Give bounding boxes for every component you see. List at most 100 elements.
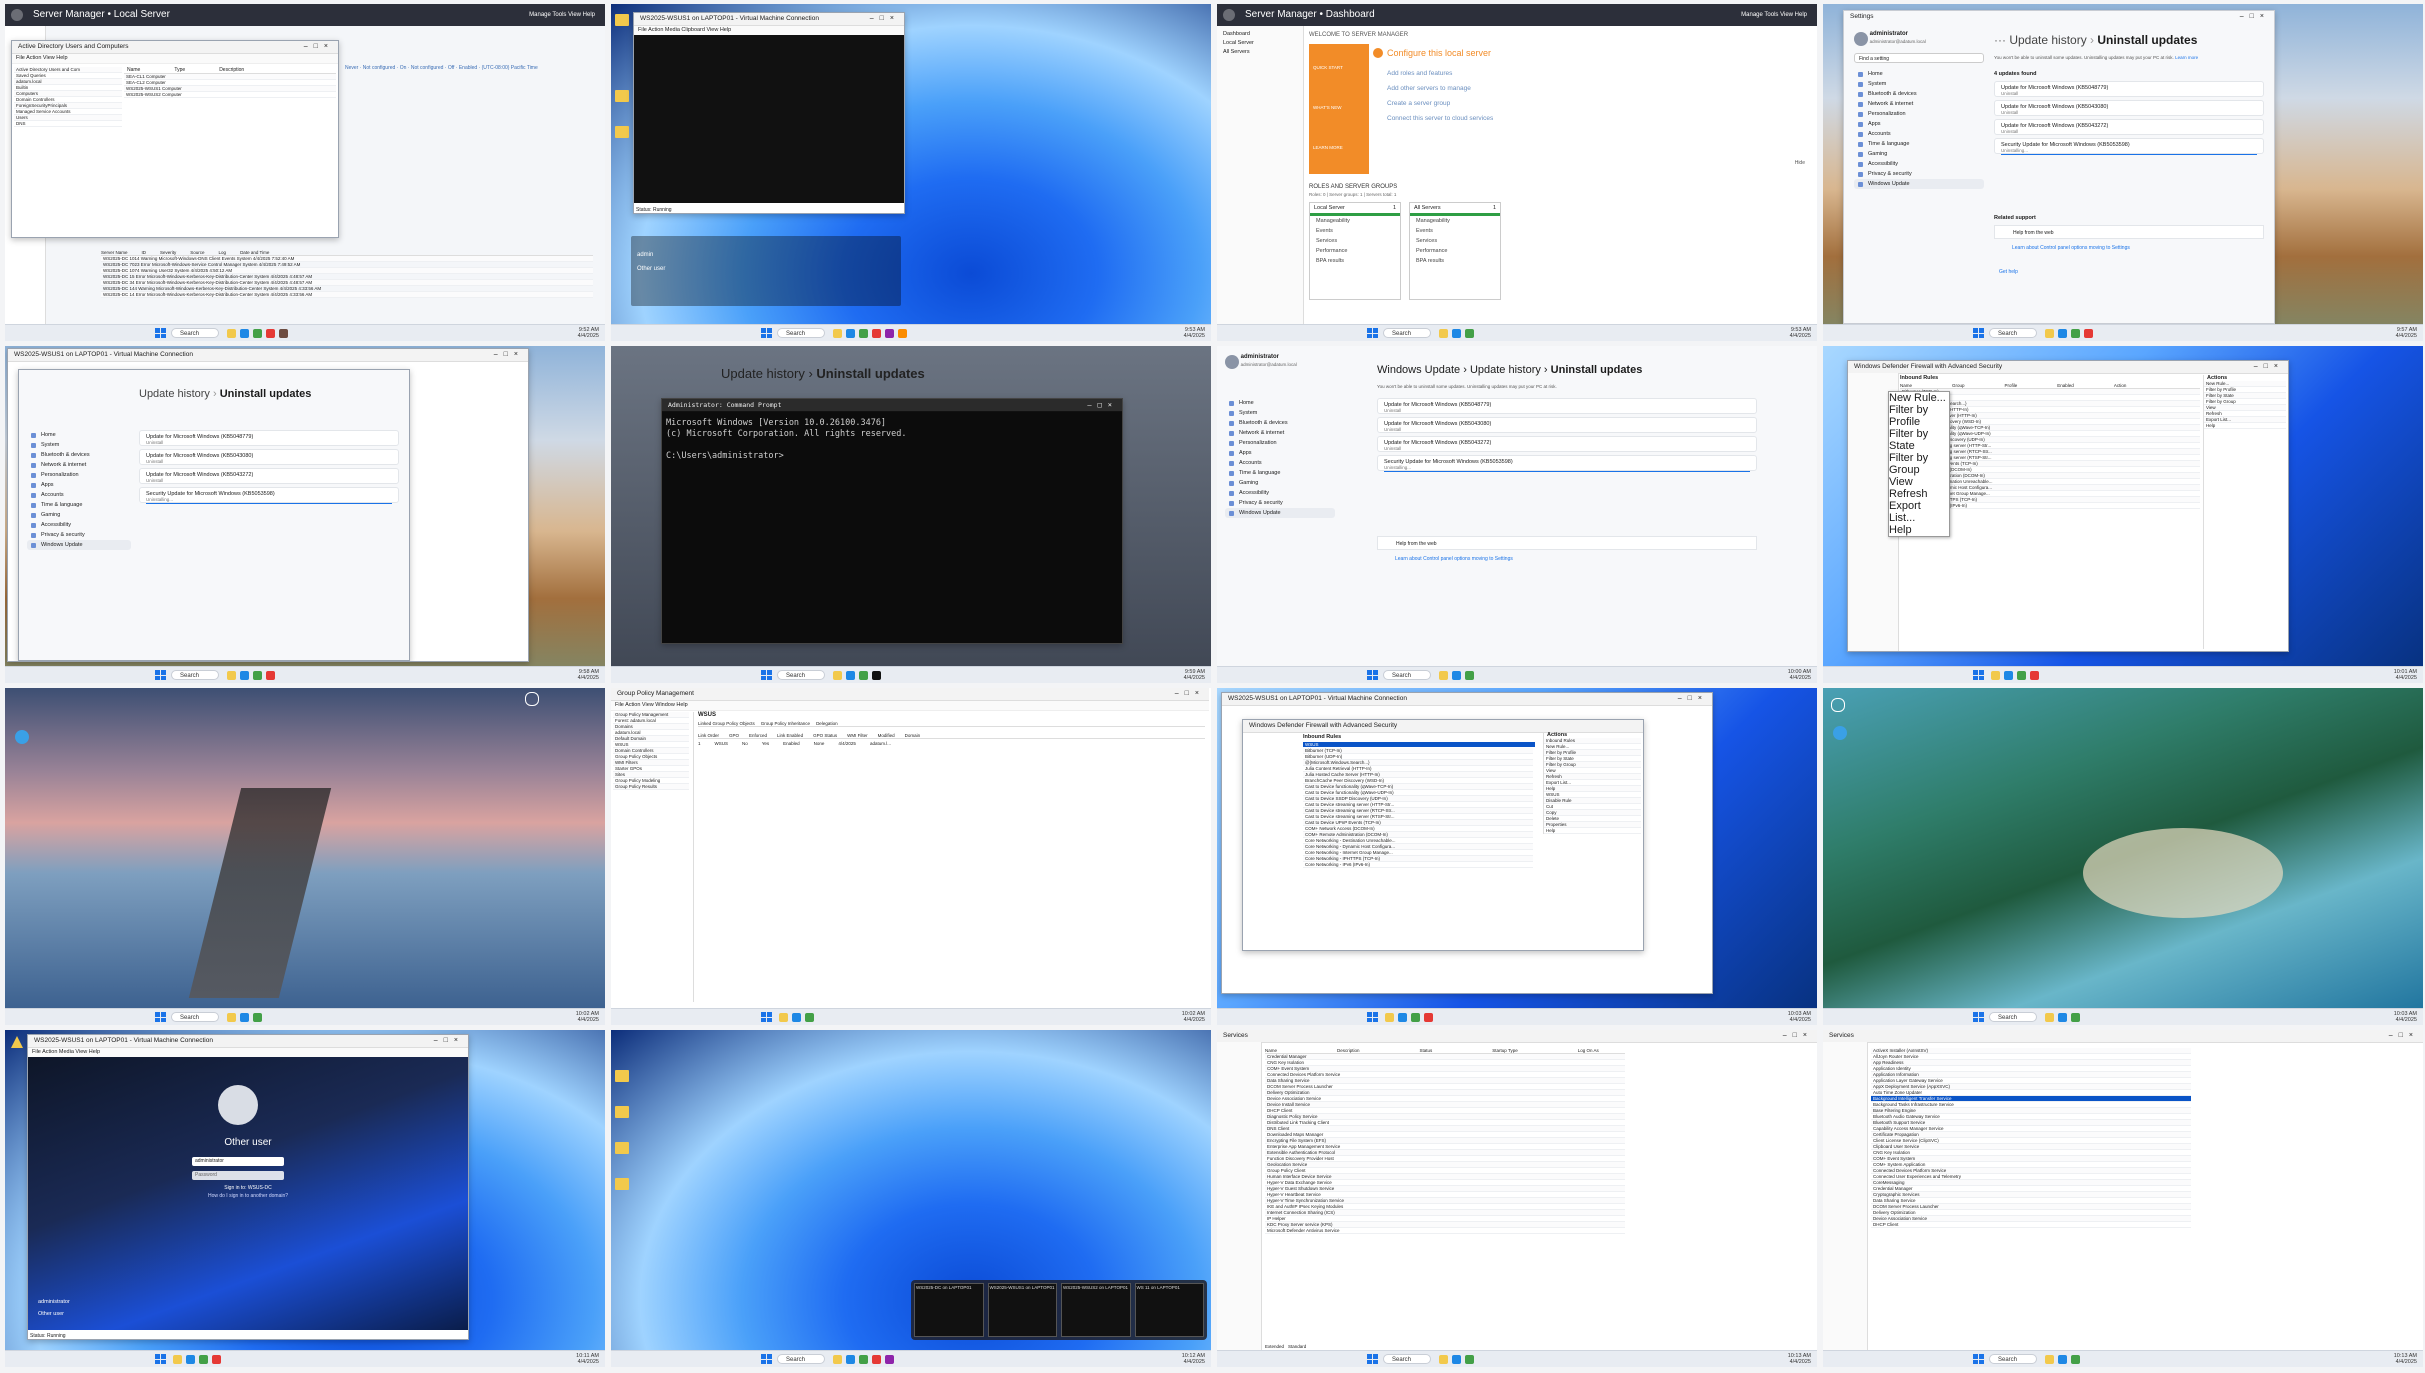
clock[interactable]: 10:13 AM 4/4/2025 xyxy=(1788,1353,1811,1365)
settings-nav-item[interactable]: Bluetooth & devices xyxy=(27,450,131,460)
settings-nav-item[interactable]: Network & internet xyxy=(27,460,131,470)
update-item[interactable]: Security Update for Microsoft Windows (K… xyxy=(1994,138,2264,155)
taskbar-search[interactable]: Search xyxy=(1989,328,2037,338)
quick-start-step[interactable]: Create a server group xyxy=(1387,96,1493,111)
sign-in-help-link[interactable]: How do I sign in to another domain? xyxy=(28,1193,468,1199)
header-menus[interactable]: Manage Tools View Help xyxy=(529,4,595,26)
update-item[interactable]: Update for Microsoft Windows (KB5043272)… xyxy=(1994,119,2264,135)
start-icon[interactable] xyxy=(761,328,772,338)
settings-nav-item[interactable]: System xyxy=(1854,79,1984,89)
settings-nav-item[interactable]: Bluetooth & devices xyxy=(1225,418,1335,428)
settings-nav-item[interactable]: Windows Update xyxy=(27,540,131,550)
card-item[interactable]: Performance xyxy=(1410,246,1500,256)
settings-nav-item[interactable]: Accessibility xyxy=(1225,488,1335,498)
folder-icon[interactable] xyxy=(615,1070,629,1082)
settings-nav-item[interactable]: Apps xyxy=(1854,119,1984,129)
settings-nav-item[interactable]: Gaming xyxy=(1854,149,1984,159)
start-icon[interactable] xyxy=(155,328,166,338)
settings-nav-item[interactable]: Time & language xyxy=(1854,139,1984,149)
user-item[interactable]: Other user xyxy=(637,262,665,276)
aduc-menubar[interactable]: File Action View Help xyxy=(12,54,338,64)
card-item[interactable]: Services xyxy=(1310,236,1400,246)
server-group-card[interactable]: All Servers 1 Manageability Events Services P… xyxy=(1409,202,1501,300)
settings-nav-item[interactable]: Time & language xyxy=(1225,468,1335,478)
settings-nav-item[interactable]: Accounts xyxy=(27,490,131,500)
taskbar-pinned[interactable] xyxy=(833,328,907,338)
clock[interactable]: 9:57 AM 4/4/2025 xyxy=(2396,327,2417,339)
gpm-tree[interactable]: Group Policy Management Forest: adatum.lo… xyxy=(613,712,689,790)
settings-icon[interactable] xyxy=(1831,698,1845,712)
sidebar-item[interactable]: Local Server xyxy=(1217,39,1303,48)
update-item[interactable]: Security Update for Microsoft Windows (K… xyxy=(139,487,399,504)
back-icon[interactable] xyxy=(11,9,23,21)
settings-nav-item[interactable]: Home xyxy=(27,430,131,440)
update-item[interactable]: Update for Microsoft Windows (KB5048779)… xyxy=(1994,81,2264,97)
settings-nav-item[interactable]: Personalization xyxy=(1854,109,1984,119)
taskbar-pinned[interactable] xyxy=(173,1354,221,1364)
settings-nav-item[interactable]: Accessibility xyxy=(27,520,131,530)
clock[interactable]: 10:03 AM 4/4/2025 xyxy=(2394,1011,2417,1023)
settings-nav-item[interactable]: Accessibility xyxy=(1854,159,1984,169)
taskbar-pinned[interactable] xyxy=(1385,1012,1433,1022)
window-thumbnail[interactable]: WS2025-DC on LAPTOP01 xyxy=(914,1283,984,1337)
taskbar-pinned[interactable] xyxy=(1439,670,1474,680)
taskbar-search[interactable]: Search xyxy=(1383,1354,1431,1364)
folder-icon[interactable] xyxy=(615,126,629,138)
window-thumbnail[interactable]: WS2025-WSUS2 on LAPTOP01 xyxy=(1061,1283,1131,1337)
password-input[interactable]: Password xyxy=(192,1171,284,1180)
update-item[interactable]: Update for Microsoft Windows (KB5043080)… xyxy=(139,449,399,465)
start-icon[interactable] xyxy=(1367,328,1378,338)
window-thumbnail[interactable]: WS 11 on LAPTOP01 xyxy=(1134,1283,1204,1337)
update-item[interactable]: Update for Microsoft Windows (KB5048779)… xyxy=(139,430,399,446)
recycle-bin-icon[interactable] xyxy=(615,14,629,26)
services-tabs[interactable]: Extended Standard xyxy=(1265,1344,1306,1349)
settings-nav-item[interactable]: System xyxy=(1225,408,1335,418)
update-item[interactable]: Update for Microsoft Windows (KB5043272)… xyxy=(1377,436,1757,452)
start-icon[interactable] xyxy=(155,1012,166,1022)
user-item[interactable]: admin xyxy=(637,248,665,262)
user-list[interactable]: administrator Other user xyxy=(38,1296,70,1320)
clock[interactable]: 9:58 AM 4/4/2025 xyxy=(578,669,599,681)
context-menu-item[interactable]: Help xyxy=(1889,524,1949,536)
context-menu-item[interactable]: New Rule... xyxy=(1889,392,1949,404)
find-setting-input[interactable]: Find a setting xyxy=(1854,53,1984,63)
clock[interactable]: 10:11 AM 4/4/2025 xyxy=(576,1353,599,1365)
folder-icon[interactable] xyxy=(615,1178,629,1190)
taskbar-search[interactable]: Search xyxy=(1383,328,1431,338)
sidebar-item[interactable]: All Servers xyxy=(1217,48,1303,57)
control-panel-link[interactable]: Learn about Control panel options moving… xyxy=(2012,245,2130,251)
services-tree[interactable] xyxy=(1217,1042,1262,1351)
clock[interactable]: 10:02 AM 4/4/2025 xyxy=(1182,1011,1205,1023)
get-help-link[interactable]: Get help xyxy=(1999,269,2018,275)
update-item[interactable]: Update for Microsoft Windows (KB5043080)… xyxy=(1377,417,1757,433)
settings-nav-item[interactable]: Apps xyxy=(1225,448,1335,458)
clock[interactable]: 10:13 AM 4/4/2025 xyxy=(2394,1353,2417,1365)
taskbar-search[interactable]: Search xyxy=(1383,670,1431,680)
start-icon[interactable] xyxy=(761,1012,772,1022)
context-menu-item[interactable]: Filter by Group xyxy=(1889,452,1949,476)
card-item[interactable]: Events xyxy=(1310,226,1400,236)
start-icon[interactable] xyxy=(761,670,772,680)
clock[interactable]: 9:52 AM 4/4/2025 xyxy=(578,327,599,339)
help-from-web[interactable]: Help from the web xyxy=(1377,536,1757,550)
card-item[interactable]: Services xyxy=(1410,236,1500,246)
settings-nav-item[interactable]: Personalization xyxy=(1225,438,1335,448)
aduc-tree[interactable]: Active Directory Users and Com Saved Quer… xyxy=(14,67,122,127)
folder-icon[interactable] xyxy=(615,90,629,102)
settings-nav-item[interactable]: Network & internet xyxy=(1225,428,1335,438)
settings-nav-item[interactable]: Windows Update xyxy=(1854,179,1984,189)
clock[interactable]: 9:53 AM 4/4/2025 xyxy=(1790,327,1811,339)
taskbar-search[interactable]: Search xyxy=(171,1012,219,1022)
card-item[interactable]: Performance xyxy=(1310,246,1400,256)
update-item[interactable]: Update for Microsoft Windows (KB5043272)… xyxy=(139,468,399,484)
taskbar-pinned[interactable] xyxy=(1439,1354,1474,1364)
server-group-card[interactable]: Local Server 1 Manageability Events Services… xyxy=(1309,202,1401,300)
folder-icon[interactable] xyxy=(615,1142,629,1154)
list-item[interactable]: WS2025-WSUS2 Computer xyxy=(124,92,336,98)
sidebar-item[interactable]: Dashboard xyxy=(1217,30,1303,39)
settings-nav-item[interactable]: Time & language xyxy=(27,500,131,510)
taskbar-pinned[interactable] xyxy=(2045,1012,2080,1022)
taskbar-pinned[interactable] xyxy=(2045,1354,2080,1364)
quick-start-step[interactable]: Add other servers to manage xyxy=(1387,81,1493,96)
user-list[interactable]: admin Other user xyxy=(637,248,665,276)
